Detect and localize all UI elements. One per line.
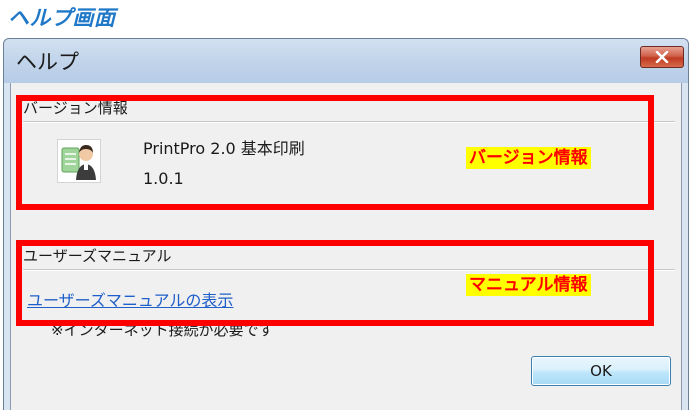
- help-screen-page: ヘルプ画面 ヘルプ バージョン情報 PrintPro 2.0 基本印刷 1.0.…: [0, 0, 692, 410]
- help-dialog: ヘルプ バージョン情報 PrintPro 2.0 基本印刷 1.0.1 ユーザー…: [3, 38, 689, 410]
- dialog-title: ヘルプ: [16, 50, 79, 74]
- manual-callout: マニュアル情報: [466, 274, 591, 296]
- page-heading: ヘルプ画面: [8, 6, 116, 30]
- ok-button[interactable]: OK: [531, 356, 671, 386]
- close-button[interactable]: [640, 46, 684, 68]
- version-callout: バージョン情報: [466, 147, 591, 169]
- dialog-titlebar[interactable]: ヘルプ: [4, 39, 688, 83]
- close-icon: [655, 51, 669, 63]
